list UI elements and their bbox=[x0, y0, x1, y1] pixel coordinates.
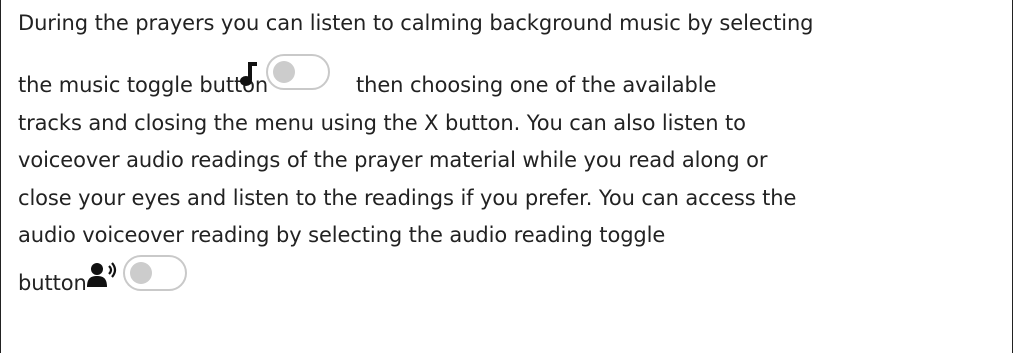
instruction-line-7: button bbox=[18, 271, 87, 295]
instruction-line-6: audio voiceover reading by selecting the… bbox=[18, 223, 666, 247]
instruction-line-5: close your eyes and listen to the readin… bbox=[18, 186, 797, 210]
instruction-line-2b: then choosing one of the available bbox=[356, 73, 717, 97]
music-toggle-knob bbox=[273, 61, 295, 83]
music-toggle-button[interactable] bbox=[266, 54, 330, 90]
voiceover-speaker-icon bbox=[87, 262, 117, 287]
music-note-icon bbox=[240, 62, 257, 86]
instruction-line-3: tracks and closing the menu using the X … bbox=[18, 111, 746, 135]
audio-reading-toggle-knob bbox=[130, 262, 152, 284]
instruction-line-2a: the music toggle button bbox=[18, 73, 269, 97]
instruction-panel: During the prayers you can listen to cal… bbox=[0, 0, 1013, 353]
instruction-line-4: voiceover audio readings of the prayer m… bbox=[18, 148, 768, 172]
audio-reading-toggle-button[interactable] bbox=[123, 255, 187, 291]
instruction-line-1: During the prayers you can listen to cal… bbox=[18, 11, 814, 35]
